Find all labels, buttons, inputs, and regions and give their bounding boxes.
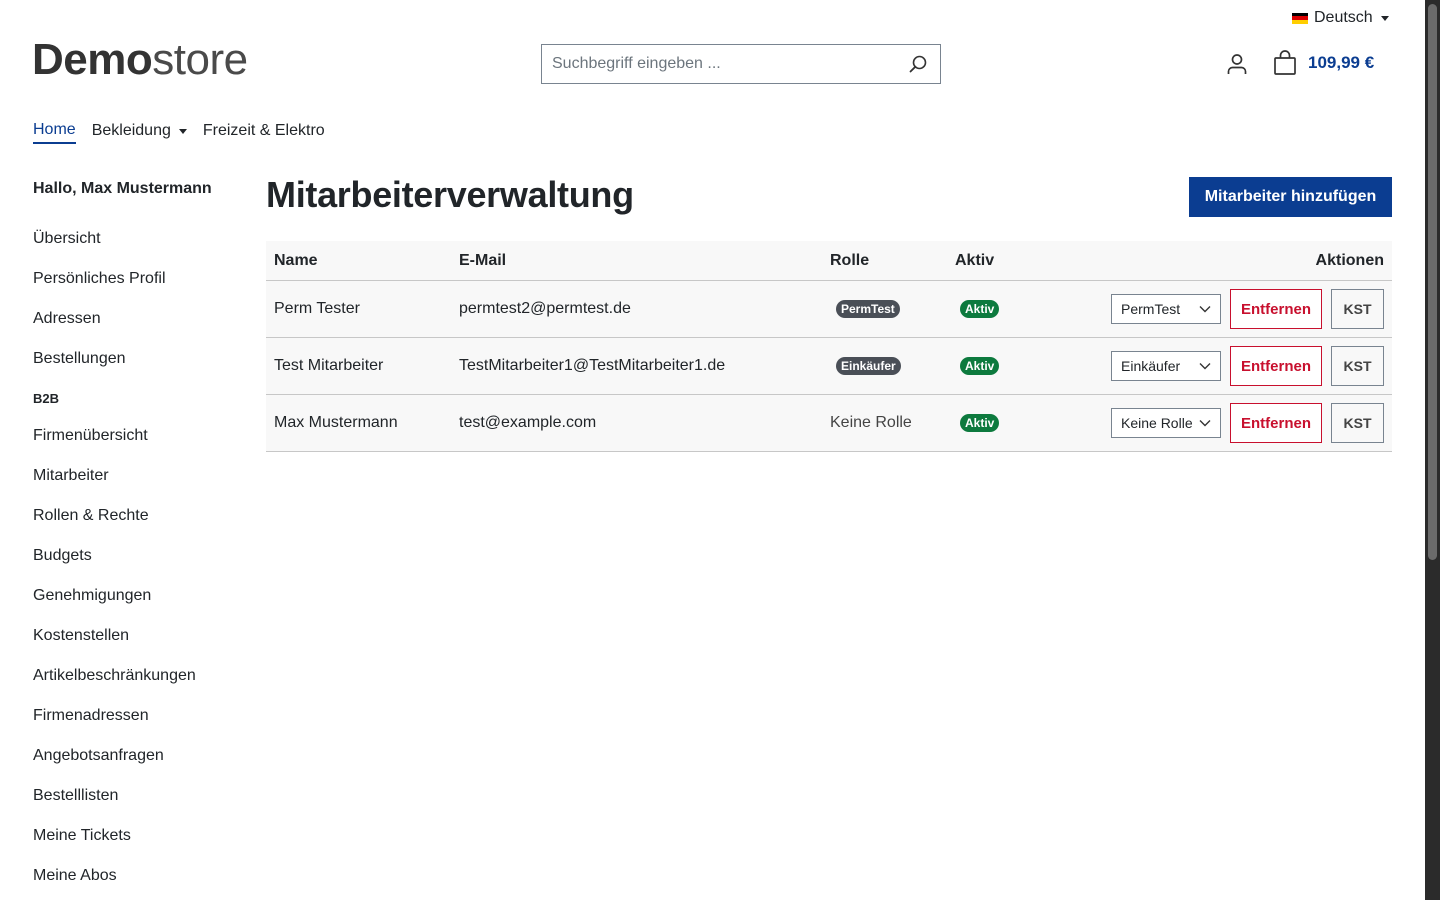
chevron-down-icon — [1199, 306, 1211, 313]
logo-bold: Demo — [32, 35, 153, 84]
employee-name: Test Mitarbeiter — [274, 357, 384, 374]
header-role: Rolle — [830, 251, 870, 269]
kst-button[interactable]: KST — [1331, 346, 1384, 386]
employee-email: test@example.com — [459, 414, 597, 431]
sidebar-heading-b2b: B2B — [33, 391, 60, 406]
nav-bekleidung[interactable]: Bekleidung — [92, 118, 187, 144]
german-flag-icon — [1292, 12, 1308, 24]
page-title: Mitarbeiterverwaltung — [266, 174, 634, 215]
sidebar-item-firmenuebersicht[interactable]: Firmenübersicht — [33, 426, 243, 466]
store-logo[interactable]: Demostore — [32, 38, 248, 82]
table-row: Test Mitarbeiter TestMitarbeiter1@TestMi… — [266, 338, 1392, 395]
table-row: Perm Tester permtest2@permtest.de PermTe… — [266, 281, 1392, 338]
table-row: Max Mustermann test@example.com Keine Ro… — [266, 395, 1392, 452]
employee-name: Max Mustermann — [274, 414, 398, 431]
search-bar — [541, 44, 941, 84]
chevron-down-icon — [1199, 363, 1211, 370]
shopping-bag-icon — [1274, 50, 1296, 75]
sidebar-item-abos[interactable]: Meine Abos — [33, 866, 243, 900]
main-navigation: Home Bekleidung Freizeit & Elektro — [33, 118, 341, 144]
sidebar-item-angebotsanfragen[interactable]: Angebotsanfragen — [33, 746, 243, 786]
sidebar-item-bestelllisten[interactable]: Bestelllisten — [33, 786, 243, 826]
role-select-value: Einkäufer — [1121, 358, 1181, 374]
chevron-down-icon — [1380, 15, 1389, 21]
language-label: Deutsch — [1314, 9, 1373, 26]
role-cell: Einkäufer — [830, 338, 901, 394]
employee-email: permtest2@permtest.de — [459, 300, 631, 317]
nav-home[interactable]: Home — [33, 118, 76, 144]
active-badge: Aktiv — [960, 300, 1000, 318]
role-cell: PermTest — [830, 281, 900, 337]
employee-name: Perm Tester — [274, 300, 360, 317]
kst-button[interactable]: KST — [1331, 403, 1384, 443]
cart-total: 109,99 € — [1308, 53, 1375, 72]
sidebar-item-budgets[interactable]: Budgets — [33, 546, 243, 586]
search-icon — [909, 55, 927, 73]
language-selector[interactable]: Deutsch — [1292, 8, 1389, 28]
cart-button[interactable]: 109,99 € — [1272, 50, 1374, 76]
role-text: Keine Rolle — [830, 414, 912, 431]
add-employee-button[interactable]: Mitarbeiter hinzufügen — [1189, 177, 1392, 217]
sidebar-item-genehmigungen[interactable]: Genehmigungen — [33, 586, 243, 626]
role-select-value: PermTest — [1121, 301, 1181, 317]
header-name: Name — [274, 251, 318, 269]
active-cell: Aktiv — [955, 338, 1000, 394]
search-input[interactable] — [542, 45, 896, 83]
sidebar-item-mitarbeiter[interactable]: Mitarbeiter — [33, 466, 243, 506]
header-email: E-Mail — [459, 251, 507, 269]
chevron-down-icon — [1199, 420, 1211, 427]
role-badge: Einkäufer — [836, 357, 901, 375]
sidebar-item-firmenadressen[interactable]: Firmenadressen — [33, 706, 243, 746]
sidebar-greeting: Hallo, Max Mustermann — [33, 180, 212, 197]
header-actions: Aktionen — [1315, 251, 1384, 269]
kst-button[interactable]: KST — [1331, 289, 1384, 329]
nav-bekleidung-label: Bekleidung — [91, 122, 171, 139]
sidebar-item-kostenstellen[interactable]: Kostenstellen — [33, 626, 243, 666]
role-cell: Keine Rolle — [830, 395, 912, 451]
remove-button[interactable]: Entfernen — [1230, 346, 1322, 386]
active-badge: Aktiv — [960, 357, 1000, 375]
page-scrollbar[interactable] — [1425, 0, 1440, 900]
actions-cell: PermTest Entfernen KST — [1111, 281, 1384, 337]
role-select[interactable]: PermTest — [1111, 294, 1221, 324]
employee-table: Name E-Mail Rolle Aktiv Aktionen Perm Te… — [266, 241, 1392, 452]
logo-regular: store — [152, 35, 248, 84]
active-badge: Aktiv — [960, 414, 1000, 432]
account-icon[interactable] — [1225, 52, 1249, 76]
chevron-down-icon — [178, 128, 187, 134]
actions-cell: Keine Rolle Entfernen KST — [1111, 395, 1384, 451]
actions-cell: Einkäufer Entfernen KST — [1111, 338, 1384, 394]
table-header: Name E-Mail Rolle Aktiv Aktionen — [266, 241, 1392, 281]
sidebar-item-profil[interactable]: Persönliches Profil — [33, 269, 243, 309]
role-select[interactable]: Einkäufer — [1111, 351, 1221, 381]
sidebar-item-bestellungen[interactable]: Bestellungen — [33, 349, 243, 389]
role-badge: PermTest — [836, 300, 900, 318]
employee-email: TestMitarbeiter1@TestMitarbeiter1.de — [459, 357, 726, 374]
role-select-value: Keine Rolle — [1121, 415, 1193, 431]
remove-button[interactable]: Entfernen — [1230, 403, 1322, 443]
role-select[interactable]: Keine Rolle — [1111, 408, 1221, 438]
header-active: Aktiv — [955, 251, 995, 269]
active-cell: Aktiv — [955, 395, 1000, 451]
scrollbar-thumb[interactable] — [1428, 4, 1437, 560]
sidebar-item-uebersicht[interactable]: Übersicht — [33, 229, 243, 269]
sidebar-item-artikelbeschraenkungen[interactable]: Artikelbeschränkungen — [33, 666, 243, 706]
active-cell: Aktiv — [955, 281, 1000, 337]
nav-freizeit-elektro[interactable]: Freizeit & Elektro — [203, 118, 325, 144]
account-sidebar: Hallo, Max Mustermann Übersicht Persönli… — [33, 180, 243, 900]
sidebar-item-adressen[interactable]: Adressen — [33, 309, 243, 349]
search-button[interactable] — [896, 45, 940, 83]
sidebar-item-rollen-rechte[interactable]: Rollen & Rechte — [33, 506, 243, 546]
remove-button[interactable]: Entfernen — [1230, 289, 1322, 329]
sidebar-item-tickets[interactable]: Meine Tickets — [33, 826, 243, 866]
